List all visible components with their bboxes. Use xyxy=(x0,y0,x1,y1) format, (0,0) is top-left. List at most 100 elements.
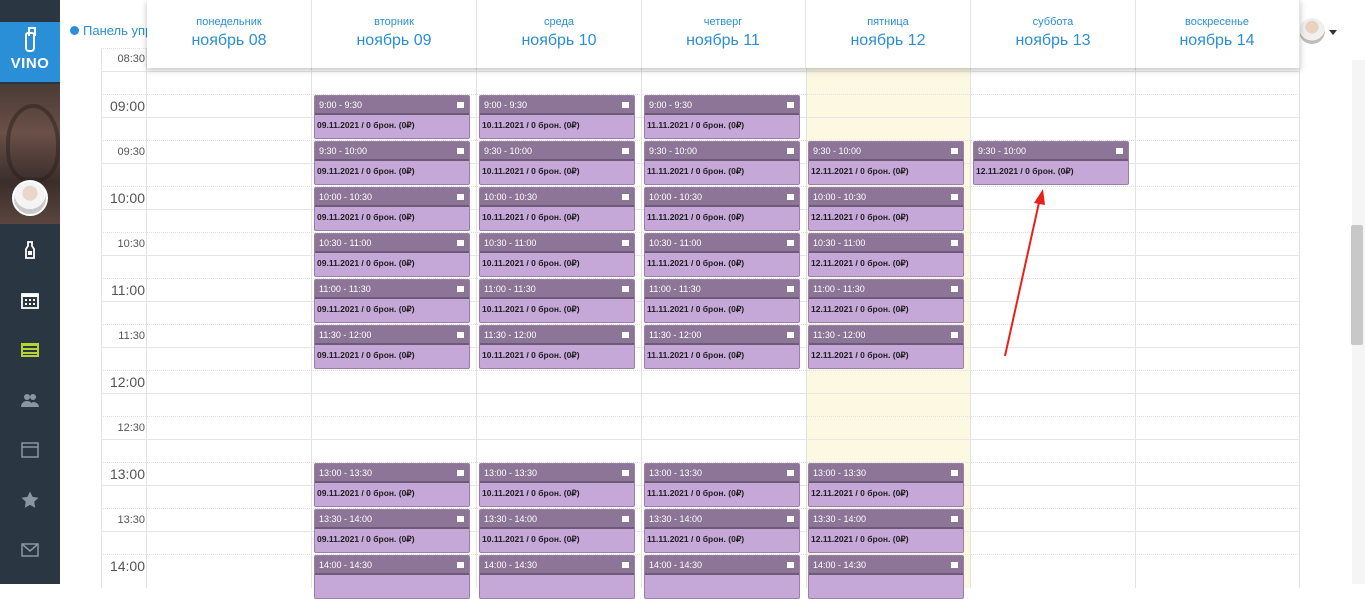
event-slot[interactable]: 13:00 - 13:30 12.11.2021 / 0 брон. (0₽) xyxy=(808,463,964,507)
event-slot[interactable]: 11:30 - 12:00 09.11.2021 / 0 брон. (0₽) xyxy=(314,325,470,369)
event-slot[interactable]: 11:00 - 11:30 12.11.2021 / 0 брон. (0₽) xyxy=(808,279,964,323)
event-slot[interactable]: 13:00 - 13:30 09.11.2021 / 0 брон. (0₽) xyxy=(314,463,470,507)
event-slot[interactable]: 13:30 - 14:00 10.11.2021 / 0 брон. (0₽) xyxy=(479,509,635,553)
menu-icon[interactable] xyxy=(622,286,629,292)
event-slot[interactable]: 9:30 - 10:00 10.11.2021 / 0 брон. (0₽) xyxy=(479,141,635,185)
event-slot[interactable]: 11:00 - 11:30 10.11.2021 / 0 брон. (0₽) xyxy=(479,279,635,323)
menu-icon[interactable] xyxy=(622,148,629,154)
menu-icon[interactable] xyxy=(951,194,958,200)
nav-item-list[interactable] xyxy=(0,327,60,373)
event-header: 14:00 - 14:30 xyxy=(480,556,634,575)
event-slot[interactable]: 11:00 - 11:30 11.11.2021 / 0 брон. (0₽) xyxy=(644,279,800,323)
menu-icon[interactable] xyxy=(787,148,794,154)
menu-icon[interactable] xyxy=(457,516,464,522)
event-slot[interactable]: 13:30 - 14:00 12.11.2021 / 0 брон. (0₽) xyxy=(808,509,964,553)
menu-icon[interactable] xyxy=(1116,148,1123,154)
event-slot[interactable]: 9:30 - 10:00 12.11.2021 / 0 брон. (0₽) xyxy=(973,141,1129,185)
window-icon xyxy=(21,442,39,458)
menu-icon[interactable] xyxy=(951,562,958,568)
event-slot[interactable]: 10:00 - 10:30 12.11.2021 / 0 брон. (0₽) xyxy=(808,187,964,231)
menu-icon[interactable] xyxy=(622,102,629,108)
event-slot[interactable]: 10:00 - 10:30 09.11.2021 / 0 брон. (0₽) xyxy=(314,187,470,231)
menu-icon[interactable] xyxy=(787,102,794,108)
event-slot[interactable]: 9:30 - 10:00 12.11.2021 / 0 брон. (0₽) xyxy=(808,141,964,185)
event-description: 09.11.2021 / 0 брон. (0₽) xyxy=(317,212,415,222)
menu-icon[interactable] xyxy=(457,148,464,154)
event-slot[interactable]: 14:00 - 14:30 xyxy=(479,555,635,599)
menu-icon[interactable] xyxy=(457,470,464,476)
menu-icon[interactable] xyxy=(787,562,794,568)
event-slot[interactable]: 9:00 - 9:30 10.11.2021 / 0 брон. (0₽) xyxy=(479,95,635,139)
menu-icon[interactable] xyxy=(622,562,629,568)
event-slot[interactable]: 13:30 - 14:00 09.11.2021 / 0 брон. (0₽) xyxy=(314,509,470,553)
avatar[interactable] xyxy=(12,180,48,216)
menu-icon[interactable] xyxy=(787,470,794,476)
menu-icon[interactable] xyxy=(787,194,794,200)
day-header-friday[interactable]: пятница ноябрь 12 xyxy=(806,0,971,68)
nav-item-mail[interactable] xyxy=(0,527,60,573)
nav-item-favorites[interactable] xyxy=(0,477,60,523)
event-slot[interactable]: 9:00 - 9:30 11.11.2021 / 0 брон. (0₽) xyxy=(644,95,800,139)
day-header-wednesday[interactable]: среда ноябрь 10 xyxy=(477,0,642,68)
scrollbar-thumb[interactable] xyxy=(1351,225,1363,345)
day-header-sunday[interactable]: воскресенье ноябрь 14 xyxy=(1135,0,1300,68)
event-time: 9:00 - 9:30 xyxy=(649,100,693,110)
menu-icon[interactable] xyxy=(951,240,958,246)
event-slot[interactable]: 13:00 - 13:30 10.11.2021 / 0 брон. (0₽) xyxy=(479,463,635,507)
event-slot[interactable]: 14:00 - 14:30 xyxy=(314,555,470,599)
menu-icon[interactable] xyxy=(457,194,464,200)
menu-icon[interactable] xyxy=(622,470,629,476)
event-slot[interactable]: 11:30 - 12:00 12.11.2021 / 0 брон. (0₽) xyxy=(808,325,964,369)
user-menu-avatar[interactable] xyxy=(1299,18,1325,44)
event-slot[interactable]: 9:30 - 10:00 09.11.2021 / 0 брон. (0₽) xyxy=(314,141,470,185)
day-header-monday[interactable]: понедельник ноябрь 08 xyxy=(147,0,312,68)
event-slot[interactable]: 11:30 - 12:00 11.11.2021 / 0 брон. (0₽) xyxy=(644,325,800,369)
nav-item-window[interactable] xyxy=(0,427,60,473)
menu-icon[interactable] xyxy=(457,562,464,568)
event-slot[interactable]: 11:30 - 12:00 10.11.2021 / 0 брон. (0₽) xyxy=(479,325,635,369)
event-slot[interactable]: 10:30 - 11:00 09.11.2021 / 0 брон. (0₽) xyxy=(314,233,470,277)
dashboard-link[interactable]: Панель упр xyxy=(70,23,152,38)
day-date: ноябрь 08 xyxy=(191,32,267,49)
nav-item-users[interactable] xyxy=(0,377,60,423)
menu-icon[interactable] xyxy=(457,240,464,246)
menu-icon[interactable] xyxy=(951,148,958,154)
menu-icon[interactable] xyxy=(787,286,794,292)
menu-icon[interactable] xyxy=(951,470,958,476)
event-slot[interactable]: 10:30 - 11:00 12.11.2021 / 0 брон. (0₽) xyxy=(808,233,964,277)
event-time: 14:00 - 14:30 xyxy=(649,560,703,570)
menu-icon[interactable] xyxy=(951,516,958,522)
event-slot[interactable]: 10:00 - 10:30 10.11.2021 / 0 брон. (0₽) xyxy=(479,187,635,231)
menu-icon[interactable] xyxy=(787,240,794,246)
event-slot[interactable]: 9:30 - 10:00 11.11.2021 / 0 брон. (0₽) xyxy=(644,141,800,185)
event-slot[interactable]: 11:00 - 11:30 09.11.2021 / 0 брон. (0₽) xyxy=(314,279,470,323)
event-slot[interactable]: 10:30 - 11:00 11.11.2021 / 0 брон. (0₽) xyxy=(644,233,800,277)
event-description: 12.11.2021 / 0 брон. (0₽) xyxy=(976,166,1074,176)
menu-icon[interactable] xyxy=(787,332,794,338)
menu-icon[interactable] xyxy=(787,516,794,522)
event-slot[interactable]: 13:00 - 13:30 11.11.2021 / 0 брон. (0₽) xyxy=(644,463,800,507)
nav-item-products[interactable] xyxy=(0,227,60,273)
event-slot[interactable]: 10:00 - 10:30 11.11.2021 / 0 брон. (0₽) xyxy=(644,187,800,231)
event-slot[interactable]: 14:00 - 14:30 xyxy=(808,555,964,599)
menu-icon[interactable] xyxy=(951,286,958,292)
chevron-down-icon[interactable] xyxy=(1329,30,1337,35)
event-slot[interactable]: 13:30 - 14:00 11.11.2021 / 0 брон. (0₽) xyxy=(644,509,800,553)
event-slot[interactable]: 10:30 - 11:00 10.11.2021 / 0 брон. (0₽) xyxy=(479,233,635,277)
nav-item-calendar[interactable] xyxy=(0,277,60,323)
menu-icon[interactable] xyxy=(951,332,958,338)
event-slot[interactable]: 14:00 - 14:30 xyxy=(644,555,800,599)
day-header-tuesday[interactable]: вторник ноябрь 09 xyxy=(312,0,477,68)
menu-icon[interactable] xyxy=(457,286,464,292)
app-logo[interactable]: VINO xyxy=(0,22,60,82)
event-time: 14:00 - 14:30 xyxy=(319,560,373,570)
menu-icon[interactable] xyxy=(622,332,629,338)
day-header-saturday[interactable]: суббота ноябрь 13 xyxy=(971,0,1136,68)
menu-icon[interactable] xyxy=(457,332,464,338)
menu-icon[interactable] xyxy=(457,102,464,108)
menu-icon[interactable] xyxy=(622,240,629,246)
menu-icon[interactable] xyxy=(622,516,629,522)
day-header-thursday[interactable]: четверг ноябрь 11 xyxy=(641,0,806,68)
event-slot[interactable]: 9:00 - 9:30 09.11.2021 / 0 брон. (0₽) xyxy=(314,95,470,139)
menu-icon[interactable] xyxy=(622,194,629,200)
